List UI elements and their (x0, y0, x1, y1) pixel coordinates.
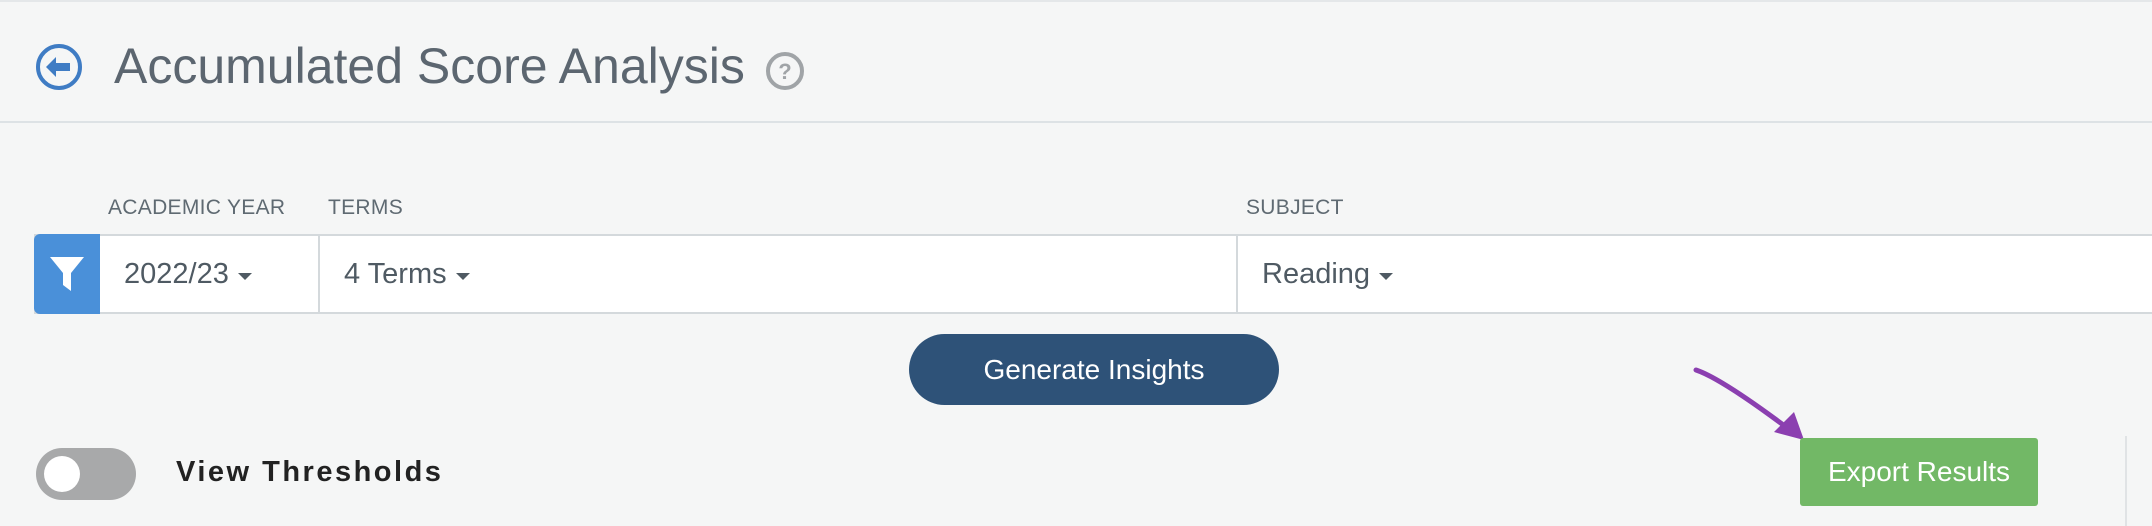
caret-down-icon (1379, 272, 1394, 280)
view-thresholds-label: View Thresholds (176, 456, 444, 488)
terms-dropdown[interactable]: 4 Terms (344, 236, 470, 312)
funnel-filter-icon (50, 257, 84, 291)
toggle-knob (44, 456, 80, 492)
svg-text:?: ? (778, 59, 791, 84)
academic-year-label: ACADEMIC YEAR (108, 196, 286, 219)
academic-year-dropdown[interactable]: 2022/23 (124, 236, 252, 312)
page-title: Accumulated Score Analysis (114, 38, 745, 94)
subject-value: Reading (1262, 257, 1371, 290)
filter-button[interactable] (34, 234, 100, 314)
generate-insights-button[interactable]: Generate Insights (909, 334, 1279, 405)
caret-down-icon (455, 272, 470, 280)
subject-label: SUBJECT (1246, 196, 1344, 219)
filter-bar: 2022/23 4 Terms Reading (34, 234, 2152, 314)
terms-value: 4 Terms (344, 257, 447, 290)
help-button[interactable]: ? (764, 50, 806, 92)
terms-label: TERMS (328, 196, 403, 219)
back-button[interactable] (34, 42, 84, 92)
page-header: Accumulated Score Analysis ? (0, 0, 2152, 123)
subject-dropdown[interactable]: Reading (1262, 236, 1394, 312)
academic-year-value: 2022/23 (124, 257, 229, 290)
export-results-button[interactable]: Export Results (1800, 438, 2038, 506)
filter-divider (318, 236, 320, 312)
filter-divider (1236, 236, 1238, 312)
back-arrow-circle-icon (36, 44, 82, 90)
caret-down-icon (237, 272, 252, 280)
view-thresholds-toggle[interactable] (36, 448, 136, 500)
panel-divider (2125, 436, 2127, 526)
help-question-circle-icon: ? (766, 52, 804, 90)
page: Accumulated Score Analysis ? ACADEMIC YE… (0, 0, 2152, 526)
